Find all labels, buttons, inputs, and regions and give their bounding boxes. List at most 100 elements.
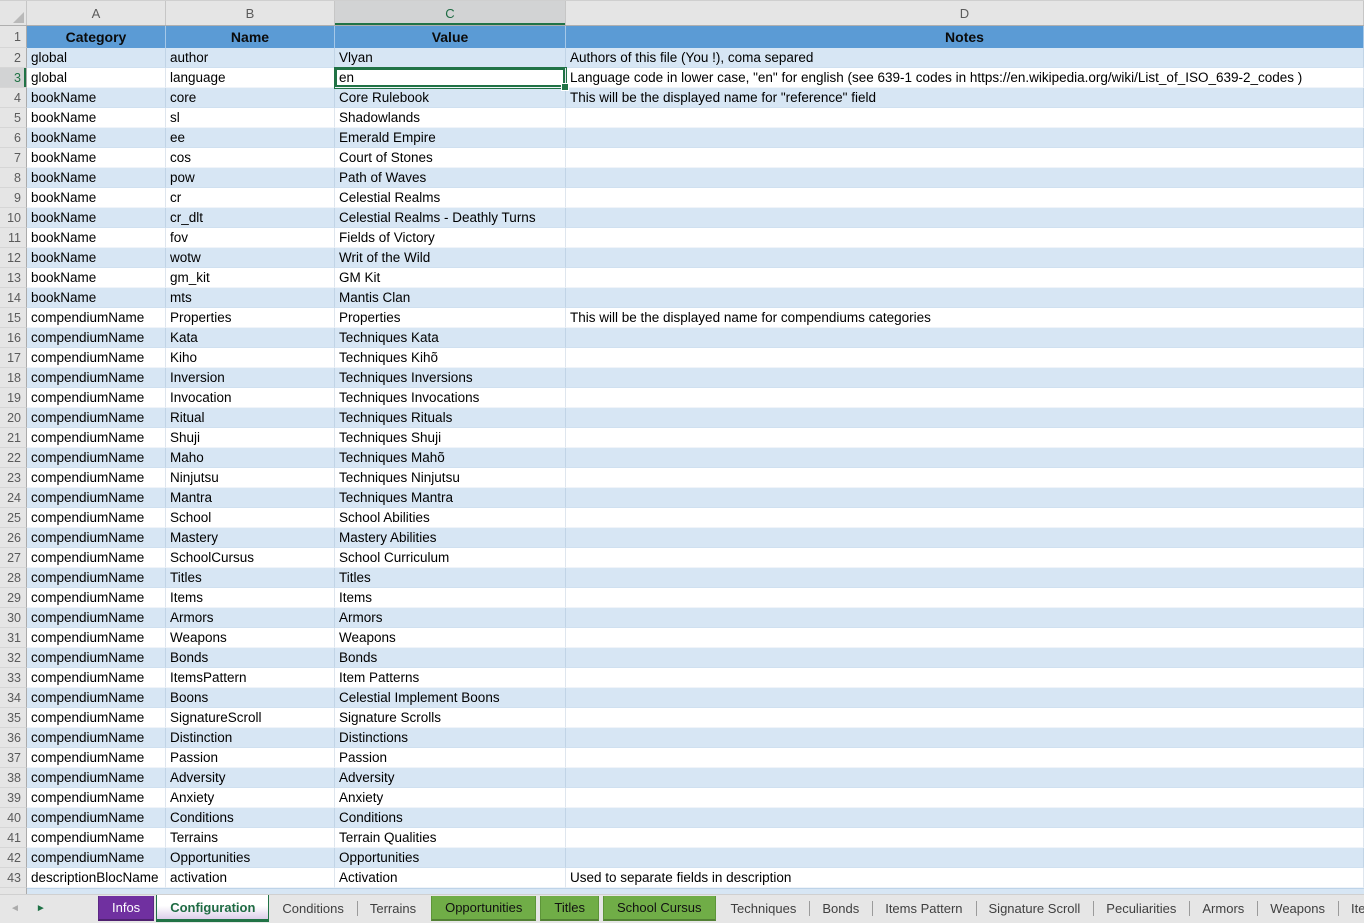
cell-A20[interactable]: compendiumName bbox=[27, 408, 166, 428]
sheet-tab-bonds[interactable]: Bonds bbox=[809, 896, 872, 921]
row-header-18[interactable]: 18 bbox=[0, 368, 27, 388]
cell-B24[interactable]: Mantra bbox=[166, 488, 335, 508]
cell-C17[interactable]: Techniques Kihõ bbox=[335, 348, 566, 368]
cell-B19[interactable]: Invocation bbox=[166, 388, 335, 408]
cell-C37[interactable]: Passion bbox=[335, 748, 566, 768]
cell-B38[interactable]: Adversity bbox=[166, 768, 335, 788]
row-header-32[interactable]: 32 bbox=[0, 648, 27, 668]
cell-B39[interactable]: Anxiety bbox=[166, 788, 335, 808]
cell-B26[interactable]: Mastery bbox=[166, 528, 335, 548]
cell-C4[interactable]: Core Rulebook bbox=[335, 88, 566, 108]
cell-A40[interactable]: compendiumName bbox=[27, 808, 166, 828]
row-header-22[interactable]: 22 bbox=[0, 448, 27, 468]
sheet-tab-weapons[interactable]: Weapons bbox=[1257, 896, 1338, 921]
row-header-1[interactable]: 1 bbox=[0, 26, 27, 48]
cell-C11[interactable]: Fields of Victory bbox=[335, 228, 566, 248]
cell-C30[interactable]: Armors bbox=[335, 608, 566, 628]
cell-D3[interactable]: Language code in lower case, "en" for en… bbox=[566, 68, 1364, 88]
cell-D32[interactable] bbox=[566, 648, 1364, 668]
row-header-19[interactable]: 19 bbox=[0, 388, 27, 408]
cell-B13[interactable]: gm_kit bbox=[166, 268, 335, 288]
cell-A41[interactable]: compendiumName bbox=[27, 828, 166, 848]
column-header-A[interactable]: A bbox=[27, 1, 166, 25]
row-header-43[interactable]: 43 bbox=[0, 868, 27, 888]
row-header-14[interactable]: 14 bbox=[0, 288, 27, 308]
cell-B42[interactable]: Opportunities bbox=[166, 848, 335, 868]
sheet-tab-peculiarities[interactable]: Peculiarities bbox=[1093, 896, 1189, 921]
row-header-39[interactable]: 39 bbox=[0, 788, 27, 808]
cell-C39[interactable]: Anxiety bbox=[335, 788, 566, 808]
row-header-29[interactable]: 29 bbox=[0, 588, 27, 608]
cell-A29[interactable]: compendiumName bbox=[27, 588, 166, 608]
cell-A31[interactable]: compendiumName bbox=[27, 628, 166, 648]
row-header-35[interactable]: 35 bbox=[0, 708, 27, 728]
cell-D21[interactable] bbox=[566, 428, 1364, 448]
cell-D16[interactable] bbox=[566, 328, 1364, 348]
sheet-tab-terrains[interactable]: Terrains bbox=[357, 896, 429, 921]
row-header-27[interactable]: 27 bbox=[0, 548, 27, 568]
cell-B16[interactable]: Kata bbox=[166, 328, 335, 348]
cell-C13[interactable]: GM Kit bbox=[335, 268, 566, 288]
row-header-2[interactable]: 2 bbox=[0, 48, 27, 68]
row-header-8[interactable]: 8 bbox=[0, 168, 27, 188]
cell-C21[interactable]: Techniques Shuji bbox=[335, 428, 566, 448]
row-header-37[interactable]: 37 bbox=[0, 748, 27, 768]
cell-D12[interactable] bbox=[566, 248, 1364, 268]
cell-D29[interactable] bbox=[566, 588, 1364, 608]
cell-D39[interactable] bbox=[566, 788, 1364, 808]
row-header-10[interactable]: 10 bbox=[0, 208, 27, 228]
cell-B2[interactable]: author bbox=[166, 48, 335, 68]
cell-B29[interactable]: Items bbox=[166, 588, 335, 608]
cell-A42[interactable]: compendiumName bbox=[27, 848, 166, 868]
cell-A34[interactable]: compendiumName bbox=[27, 688, 166, 708]
sheet-tab-signature-scroll[interactable]: Signature Scroll bbox=[976, 896, 1094, 921]
cell-C42[interactable]: Opportunities bbox=[335, 848, 566, 868]
column-header-D[interactable]: D bbox=[566, 1, 1364, 25]
cell-D19[interactable] bbox=[566, 388, 1364, 408]
row-header-4[interactable]: 4 bbox=[0, 88, 27, 108]
row-header-23[interactable]: 23 bbox=[0, 468, 27, 488]
cell-C24[interactable]: Techniques Mantra bbox=[335, 488, 566, 508]
cell-C10[interactable]: Celestial Realms - Deathly Turns bbox=[335, 208, 566, 228]
cell-B35[interactable]: SignatureScroll bbox=[166, 708, 335, 728]
row-header-41[interactable]: 41 bbox=[0, 828, 27, 848]
cell-B5[interactable]: sl bbox=[166, 108, 335, 128]
row-header-6[interactable]: 6 bbox=[0, 128, 27, 148]
prev-sheet-arrow-icon[interactable]: ◄ bbox=[10, 904, 20, 914]
cell-C29[interactable]: Items bbox=[335, 588, 566, 608]
cell-B9[interactable]: cr bbox=[166, 188, 335, 208]
cell-D15[interactable]: This will be the displayed name for comp… bbox=[566, 308, 1364, 328]
cell-A38[interactable]: compendiumName bbox=[27, 768, 166, 788]
cell-C34[interactable]: Celestial Implement Boons bbox=[335, 688, 566, 708]
cell-D35[interactable] bbox=[566, 708, 1364, 728]
sheet-tab-conditions[interactable]: Conditions bbox=[269, 896, 356, 921]
row-header-13[interactable]: 13 bbox=[0, 268, 27, 288]
sheet-tab-ite[interactable]: Ite bbox=[1338, 896, 1364, 921]
cell-A30[interactable]: compendiumName bbox=[27, 608, 166, 628]
sheet-tab-configuration[interactable]: Configuration bbox=[156, 895, 269, 922]
cell-A17[interactable]: compendiumName bbox=[27, 348, 166, 368]
row-header-12[interactable]: 12 bbox=[0, 248, 27, 268]
row-header-7[interactable]: 7 bbox=[0, 148, 27, 168]
row-header-34[interactable]: 34 bbox=[0, 688, 27, 708]
cell-A3[interactable]: global bbox=[27, 68, 166, 88]
cell-A22[interactable]: compendiumName bbox=[27, 448, 166, 468]
sheet-tab-techniques[interactable]: Techniques bbox=[718, 896, 810, 921]
cell-B31[interactable]: Weapons bbox=[166, 628, 335, 648]
cell-D36[interactable] bbox=[566, 728, 1364, 748]
cell-C31[interactable]: Weapons bbox=[335, 628, 566, 648]
cell-D1[interactable]: Notes bbox=[566, 26, 1364, 48]
cell-B41[interactable]: Terrains bbox=[166, 828, 335, 848]
cell-B30[interactable]: Armors bbox=[166, 608, 335, 628]
cell-B6[interactable]: ee bbox=[166, 128, 335, 148]
cell-C9[interactable]: Celestial Realms bbox=[335, 188, 566, 208]
cell-A18[interactable]: compendiumName bbox=[27, 368, 166, 388]
row-header-21[interactable]: 21 bbox=[0, 428, 27, 448]
row-header-30[interactable]: 30 bbox=[0, 608, 27, 628]
cell-D7[interactable] bbox=[566, 148, 1364, 168]
row-header-38[interactable]: 38 bbox=[0, 768, 27, 788]
next-sheet-arrow-icon[interactable]: ► bbox=[36, 904, 46, 914]
cell-D20[interactable] bbox=[566, 408, 1364, 428]
cell-A21[interactable]: compendiumName bbox=[27, 428, 166, 448]
cell-D26[interactable] bbox=[566, 528, 1364, 548]
